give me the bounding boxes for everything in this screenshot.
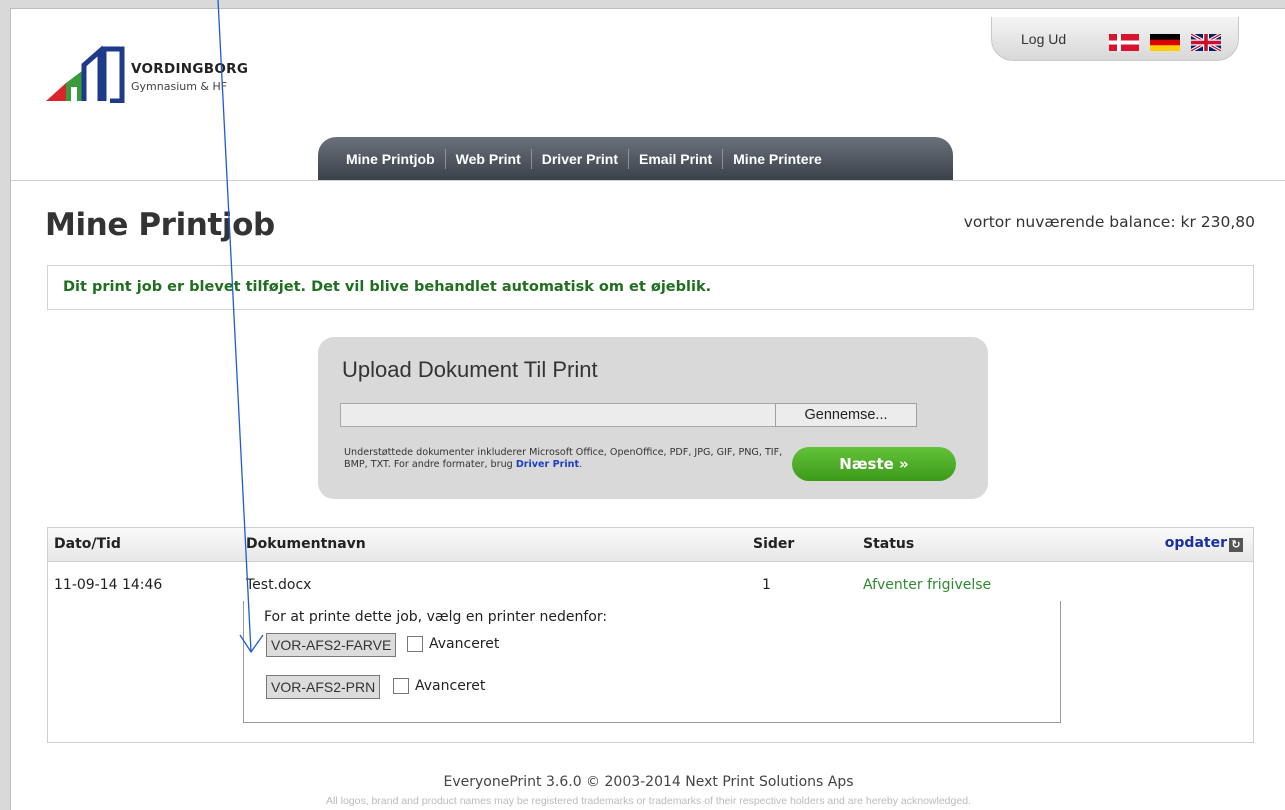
tab-mine-printjob[interactable]: Mine Printjob <box>336 149 445 169</box>
job-document: Test.docx <box>246 577 312 593</box>
page-title: Mine Printjob <box>45 207 275 243</box>
job-pages: 1 <box>762 577 771 593</box>
german-flag-icon[interactable] <box>1150 34 1180 51</box>
column-document: Dokumentnavn <box>246 536 366 552</box>
upload-title: Upload Dokument Til Print <box>342 357 598 382</box>
refresh-label[interactable]: opdater <box>1165 535 1227 551</box>
column-pages: Sider <box>753 536 795 552</box>
refresh-link[interactable]: opdater ↻ <box>1165 535 1243 552</box>
user-bar: Log Ud <box>991 17 1239 61</box>
refresh-icon[interactable]: ↻ <box>1229 538 1243 552</box>
advanced-checkbox-farve[interactable] <box>407 636 423 652</box>
advanced-label-farve: Avanceret <box>429 636 500 652</box>
tab-web-print[interactable]: Web Print <box>446 149 531 169</box>
uk-flag-icon[interactable] <box>1191 34 1221 51</box>
tab-email-print[interactable]: Email Print <box>629 149 722 169</box>
column-status: Status <box>863 536 915 552</box>
job-status: Afventer frigivelse <box>863 577 992 593</box>
job-date: 11-09-14 14:46 <box>54 577 163 593</box>
main-navigation: Mine Printjob Web Print Driver Print Ema… <box>318 137 953 180</box>
printer-button-farve[interactable]: VOR-AFS2-FARVE <box>266 633 397 657</box>
printer-selection-box: For at printe dette job, vælg en printer… <box>243 601 1061 723</box>
balance-text: vortor nuværende balance: kr 230,80 <box>963 213 1255 231</box>
advanced-checkbox-prn[interactable] <box>393 678 409 694</box>
file-path-input[interactable] <box>340 403 777 427</box>
school-logo[interactable]: VORDINGBORG Gymnasium & HF <box>44 43 294 103</box>
printer-prompt: For at printe dette job, vælg en printer… <box>264 609 608 625</box>
footer-version: EveryonePrint 3.6.0 © 2003-2014 Next Pri… <box>443 774 854 790</box>
supported-formats-text: Understøttede dokumenter inkluderer Micr… <box>344 447 784 471</box>
logo-name: VORDINGBORG <box>131 61 249 77</box>
browse-button[interactable]: Gennemse... <box>775 403 917 427</box>
building-logo-icon <box>46 45 125 103</box>
danish-flag-icon[interactable] <box>1109 34 1139 51</box>
printer-button-prn[interactable]: VOR-AFS2-PRN <box>266 675 381 699</box>
success-notice: Dit print job er blevet tilføjet. Det vi… <box>47 265 1254 310</box>
driver-print-link[interactable]: Driver Print <box>516 459 579 470</box>
browser-page: VORDINGBORG Gymnasium & HF Log Ud Mine P… <box>10 8 1285 810</box>
table-header: Dato/Tid Dokumentnavn Sider Status opdat… <box>48 528 1253 562</box>
print-jobs-table: Dato/Tid Dokumentnavn Sider Status opdat… <box>47 527 1254 743</box>
logout-link[interactable]: Log Ud <box>1021 31 1066 47</box>
upload-panel: Upload Dokument Til Print Gennemse... Un… <box>318 337 988 499</box>
footer-disclaimer: All logos, brand and product names may b… <box>326 795 971 807</box>
supported-formats-end: . <box>579 459 583 470</box>
tab-mine-printere[interactable]: Mine Printere <box>723 149 832 169</box>
column-date: Dato/Tid <box>54 536 121 552</box>
advanced-label-prn: Avanceret <box>415 678 486 694</box>
tab-driver-print[interactable]: Driver Print <box>532 149 628 169</box>
next-button[interactable]: Næste » <box>792 447 956 481</box>
header-divider <box>11 180 1285 181</box>
logo-subtitle: Gymnasium & HF <box>131 80 228 93</box>
